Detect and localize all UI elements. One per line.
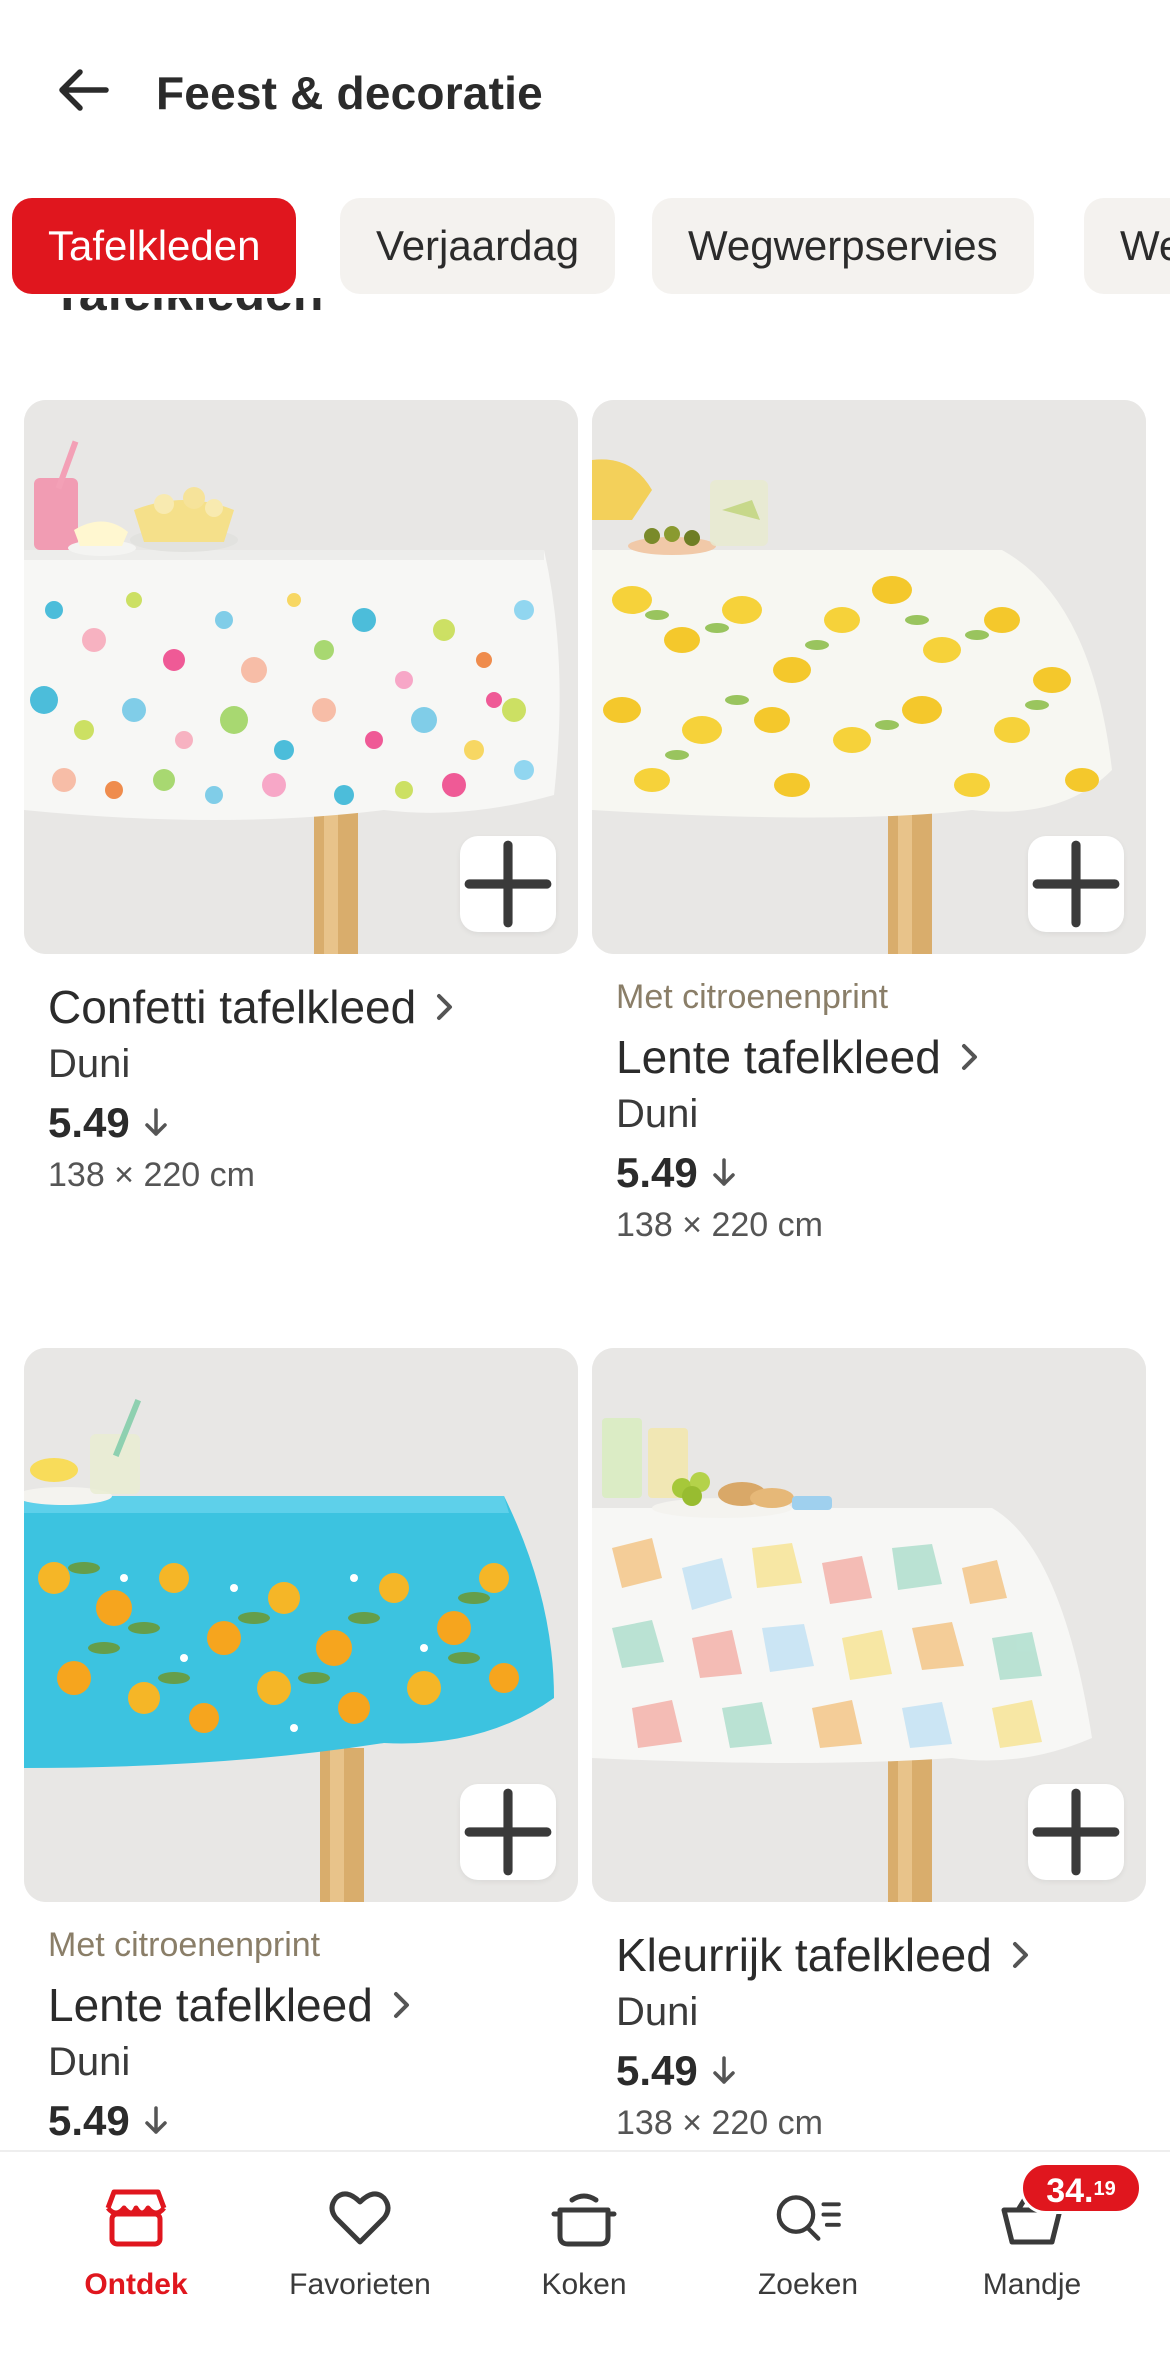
product-name: Kleurrijk tafelkleed [616,1929,992,1981]
product-price: 5.49 [48,2097,130,2144]
product-image-confetti[interactable] [24,400,578,954]
arrow-down-icon [142,1106,170,1140]
back-button[interactable] [48,54,120,126]
tab-label: Zoeken [757,2268,859,2301]
chevron-right-icon [1010,1939,1032,1971]
product-subtitle: Met citroenenprint [616,978,889,1016]
product-name-link[interactable]: Lente tafelkleed [616,1028,1136,1086]
product-image-lemon-white[interactable] [592,400,1146,954]
plus-icon [1032,840,1120,928]
product-name-link[interactable]: Lente tafelkleed [48,1976,568,2034]
category-chips: Tafelkleden Verjaardag Wegwerpservies We… [0,198,1170,298]
product-image-colorful[interactable] [592,1348,1146,1902]
chip-wegwerpservies[interactable]: Wegwerpservies [652,198,1034,294]
product-price: 5.49 [616,1149,698,1196]
plus-icon [464,1788,552,1876]
plus-icon [1032,1788,1120,1876]
heart-icon [324,2182,396,2254]
product-size: 138 × 220 cm [616,1206,823,1244]
product-subtitle: Met citroenenprint [48,1926,321,1964]
product-brand: Duni [48,2040,131,2084]
product-brand: Duni [616,1990,699,2034]
add-to-cart-button[interactable] [1028,1784,1124,1880]
product-brand: Duni [48,1042,131,1086]
cart-total-badge: 34.19 [1020,2162,1142,2214]
tab-label: Koken [541,2268,627,2301]
product-price: 5.49 [616,2047,698,2094]
product-name-link[interactable]: Kleurrijk tafelkleed [616,1926,1136,1984]
product-name: Confetti tafelkleed [48,981,417,1033]
product-name: Lente tafelkleed [616,1031,941,1083]
page-title: Feest & decoratie [156,67,543,119]
tab-zoeken[interactable]: Zoeken [698,2182,918,2322]
add-to-cart-button[interactable] [1028,836,1124,932]
top-app-bar: Feest & decoratie [0,0,1170,190]
chevron-right-icon [391,1989,413,2021]
tab-label: Favorieten [289,2268,431,2301]
section-title: Tafelkleden [52,298,323,358]
plus-icon [464,840,552,928]
product-name: Lente tafelkleed [48,1979,373,2031]
tab-ontdek[interactable]: Ontdek [26,2182,246,2322]
arrow-left-icon [59,69,109,111]
product-size: 138 × 220 cm [48,1156,255,1194]
add-to-cart-button[interactable] [460,1784,556,1880]
arrow-down-icon [142,2104,170,2138]
search-list-icon [772,2182,844,2254]
tab-label: Mandje [982,2268,1082,2301]
store-icon [100,2182,172,2254]
arrow-down-icon [710,2054,738,2088]
add-to-cart-button[interactable] [460,836,556,932]
bottom-tab-bar: Ontdek Favorieten Koken Zoeken Mandje [0,2150,1170,2364]
arrow-down-icon [710,1156,738,1190]
tab-label: Ontdek [84,2268,188,2301]
tab-favorieten[interactable]: Favorieten [250,2182,470,2322]
product-image-lemon-blue[interactable] [24,1348,578,1902]
product-price: 5.49 [48,1099,130,1146]
tab-koken[interactable]: Koken [474,2182,694,2322]
chevron-right-icon [434,991,456,1023]
product-size: 138 × 220 cm [616,2104,823,2142]
chip-tafelkleden[interactable]: Tafelkleden [12,198,297,294]
product-brand: Duni [616,1092,699,1136]
chip-verjaardag[interactable]: Verjaardag [340,198,616,294]
pot-icon [548,2182,620,2254]
chip-wegwerp[interactable]: Wegwerp [1084,198,1170,294]
product-name-link[interactable]: Confetti tafelkleed [48,978,568,1036]
chevron-right-icon [959,1041,981,1073]
